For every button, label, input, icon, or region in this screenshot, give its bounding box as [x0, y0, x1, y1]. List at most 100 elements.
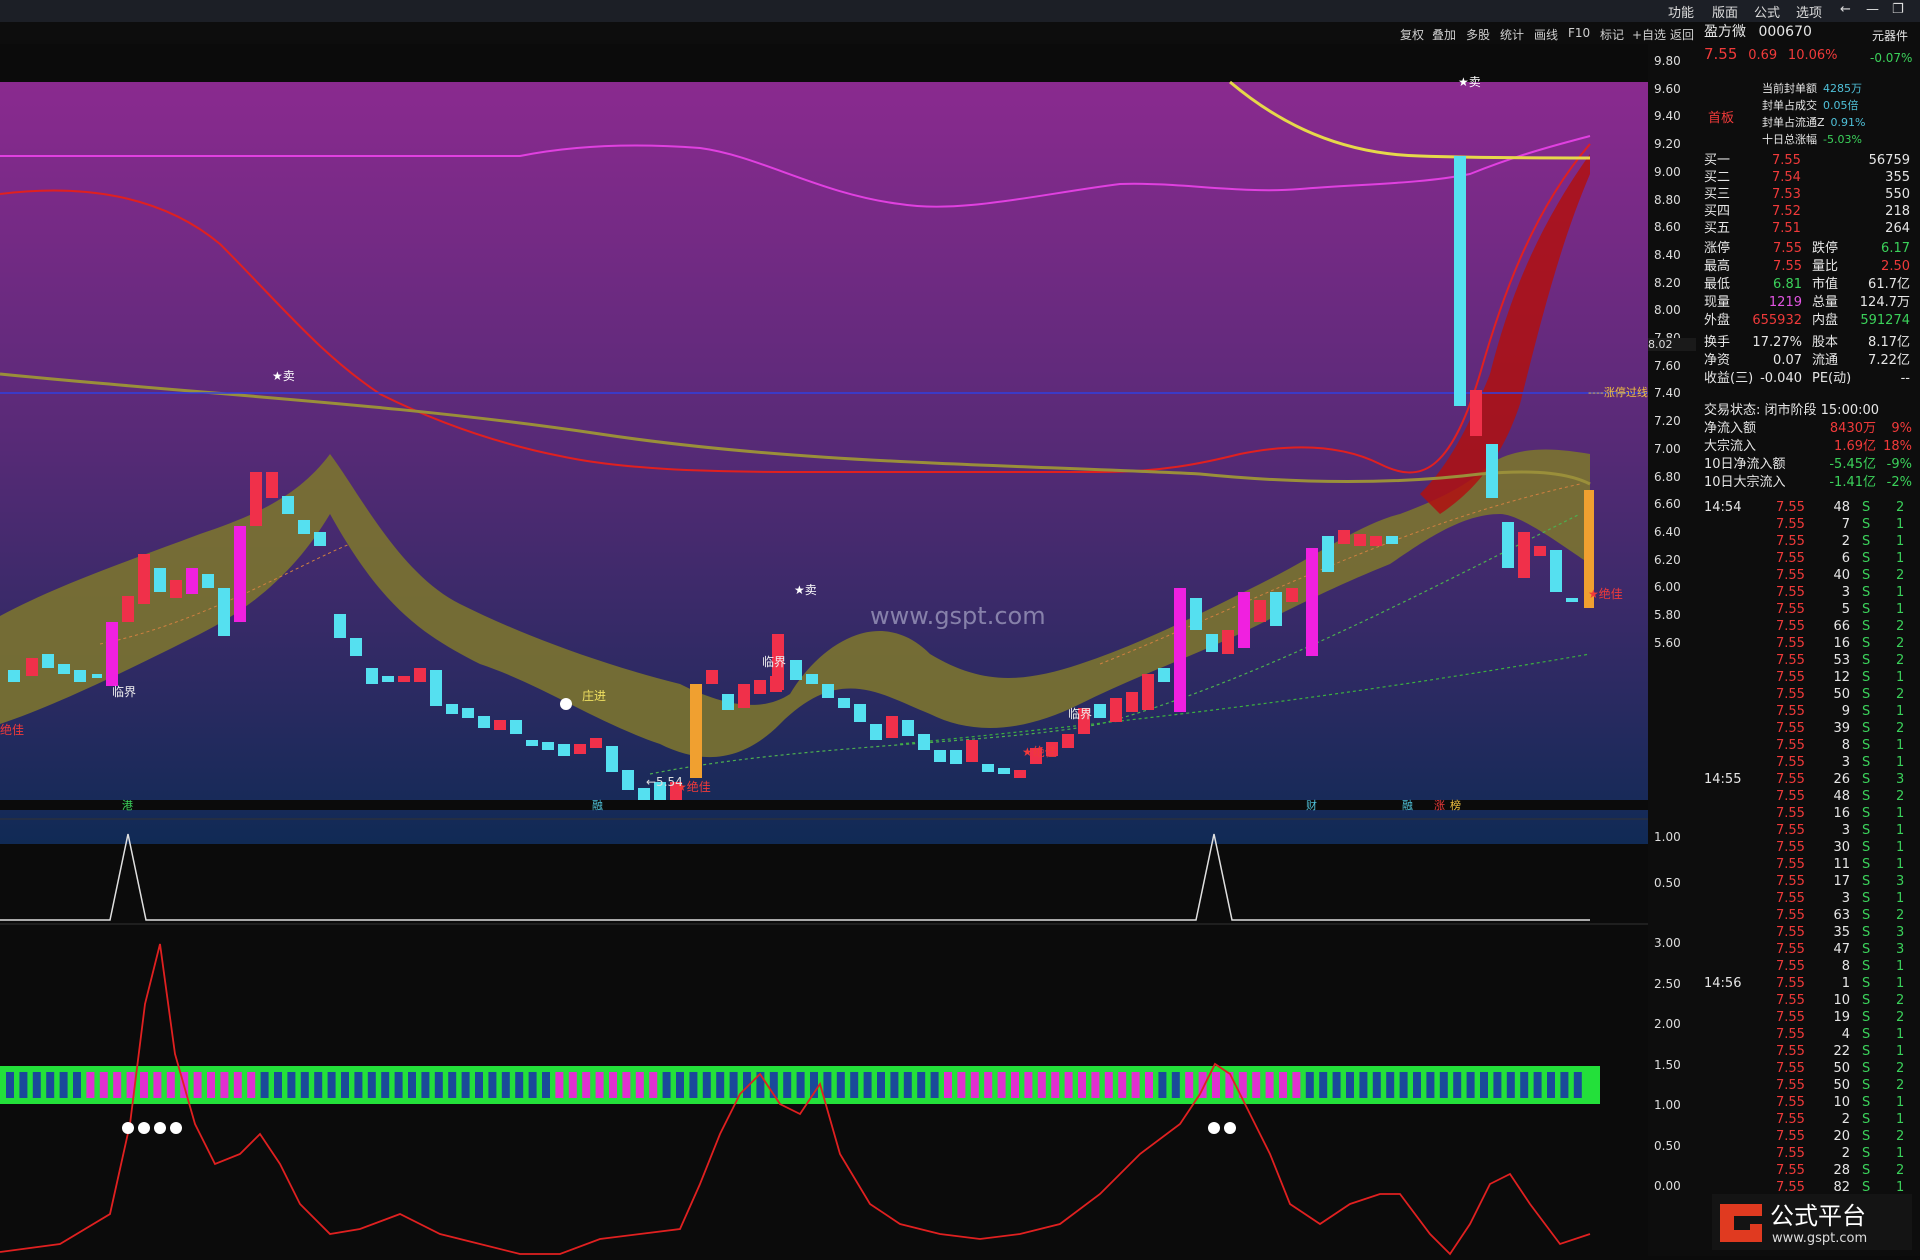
price-tick: 7.40: [1654, 386, 1681, 401]
signal-stripe: [46, 1072, 55, 1098]
stat-value: 1219: [1768, 295, 1802, 310]
tick-volume: 35: [1833, 925, 1850, 940]
price-tick: 7.60: [1654, 358, 1681, 373]
tool-watchlist[interactable]: +自选: [1632, 26, 1666, 43]
tick-side: S: [1862, 857, 1871, 872]
stat-value: 0.07: [1773, 353, 1802, 368]
signal-stripe: [19, 1072, 28, 1098]
stat-value: 17.27%: [1752, 335, 1802, 350]
tool-stats[interactable]: 统计: [1500, 26, 1524, 43]
price-tick: 8.80: [1654, 192, 1681, 207]
indicator1-line: [0, 833, 1590, 921]
tick-side: S: [1862, 602, 1871, 617]
tool-mark[interactable]: 标记: [1600, 26, 1624, 43]
menu-func[interactable]: 功能: [1668, 2, 1694, 21]
signal-stripe: [488, 1072, 497, 1098]
restore-icon[interactable]: ❐: [1892, 2, 1904, 17]
ind1-tick: 0.50: [1654, 876, 1681, 890]
menu-layout[interactable]: 版面: [1712, 2, 1738, 21]
signal-stripe: [1225, 1072, 1234, 1098]
tick-count: 2: [1896, 687, 1905, 702]
signal-stripe: [1305, 1072, 1314, 1098]
signal-stripe: [970, 1072, 979, 1098]
stock-change: 0.69: [1748, 48, 1778, 63]
ind2-tick: 2.00: [1654, 1017, 1681, 1031]
menu-options[interactable]: 选项: [1796, 2, 1822, 21]
seal-row: 当前封单额 4285万: [1762, 80, 1862, 97]
logo-text: 公式平台: [1770, 1202, 1866, 1230]
signal-stripe: [233, 1072, 242, 1098]
signal-stripe: [1372, 1072, 1381, 1098]
signal-stripe: [1560, 1072, 1569, 1098]
tick-side: S: [1862, 891, 1871, 906]
stat-label-2: PE(动): [1812, 371, 1852, 386]
tick-side: S: [1862, 1078, 1871, 1093]
tool-return[interactable]: 返回: [1670, 26, 1694, 43]
tick-volume: 1: [1841, 976, 1850, 991]
signal-stripe: [1145, 1072, 1153, 1098]
tool-overlay[interactable]: 叠加: [1432, 26, 1456, 43]
tick-side: S: [1862, 704, 1871, 719]
tick-count: 2: [1896, 619, 1905, 634]
signal-stripe: [1131, 1072, 1140, 1098]
signal-stripe: [153, 1072, 162, 1098]
tick-price: 7.55: [1776, 942, 1805, 957]
tool-multi[interactable]: 多股: [1466, 26, 1490, 43]
signal-stripe: [32, 1072, 41, 1098]
signal-stripe: [903, 1072, 912, 1098]
signal-stripe: [930, 1072, 939, 1098]
bid-volume: 56759: [1868, 153, 1910, 168]
signal-stripe: [1520, 1072, 1529, 1098]
tick-count: 1: [1896, 840, 1905, 855]
signal-stripe: [1533, 1072, 1542, 1098]
signal-stripe: [247, 1072, 256, 1098]
stat-label-2: 股本: [1812, 335, 1839, 350]
tick-count: 2: [1896, 908, 1905, 923]
tick-volume: 17: [1833, 874, 1850, 889]
tick-side: S: [1862, 925, 1871, 940]
tool-f10[interactable]: F10: [1568, 26, 1590, 40]
tool-draw[interactable]: 画线: [1534, 26, 1558, 43]
tool-restore-right[interactable]: 复权: [1400, 26, 1424, 43]
stat-label: 净资: [1704, 353, 1731, 368]
tick-volume: 2: [1841, 1146, 1850, 1161]
signal-stripe: [957, 1072, 966, 1098]
signal-stripe: [877, 1072, 885, 1098]
stat-value: 655932: [1752, 313, 1802, 328]
stat-value-2: 6.17: [1881, 241, 1910, 256]
seal-label: 十日总涨幅: [1762, 133, 1817, 146]
flow-label: 10日净流入额: [1704, 457, 1786, 472]
signal-stripe: [823, 1072, 832, 1098]
signal-stripe: [1292, 1072, 1301, 1098]
critical-label-1: 临界: [112, 685, 136, 699]
minimize-icon[interactable]: —: [1866, 2, 1879, 17]
sell-label-3: ★卖: [1458, 75, 1481, 89]
tick-count: 2: [1896, 653, 1905, 668]
logo-url: www.gspt.com: [1772, 1231, 1867, 1246]
chart-area[interactable]: ★卖 ★卖 ★卖 临界 临界 临界 绝佳 ★绝佳 ★绝佳 ★绝佳 庄进 ←5.5…: [0, 44, 1700, 1256]
sell-label-2: ★卖: [794, 583, 817, 597]
tick-volume: 48: [1833, 500, 1850, 515]
tick-side: S: [1862, 908, 1871, 923]
event-mark-zhang: 涨: [1434, 799, 1445, 812]
price-tick: 8.20: [1654, 275, 1681, 290]
back-arrow-icon[interactable]: ←: [1840, 2, 1851, 17]
signal-stripe: [327, 1072, 336, 1098]
tick-volume: 63: [1833, 908, 1850, 923]
tick-side: S: [1862, 517, 1871, 532]
signal-stripe: [716, 1072, 725, 1098]
event-mark-bang: 榜: [1450, 798, 1461, 812]
best-label-3: ★绝佳: [1588, 586, 1623, 601]
signal-stripe: [220, 1072, 229, 1098]
menu-formula[interactable]: 公式: [1754, 2, 1780, 21]
bid-volume: 218: [1885, 204, 1910, 219]
kline-chart[interactable]: ★卖 ★卖 ★卖 临界 临界 临界 绝佳 ★绝佳 ★绝佳 ★绝佳 庄进 ←5.5…: [0, 44, 1648, 1256]
tick-price: 7.55: [1776, 687, 1805, 702]
price-tick: 5.80: [1654, 608, 1681, 622]
signal-stripe: [1024, 1072, 1033, 1098]
price-tick: 9.40: [1654, 109, 1681, 124]
tick-volume: 9: [1841, 704, 1850, 719]
signal-stripe: [528, 1072, 537, 1098]
flow-label: 10日大宗流入: [1704, 475, 1786, 490]
tick-volume: 53: [1833, 653, 1850, 668]
